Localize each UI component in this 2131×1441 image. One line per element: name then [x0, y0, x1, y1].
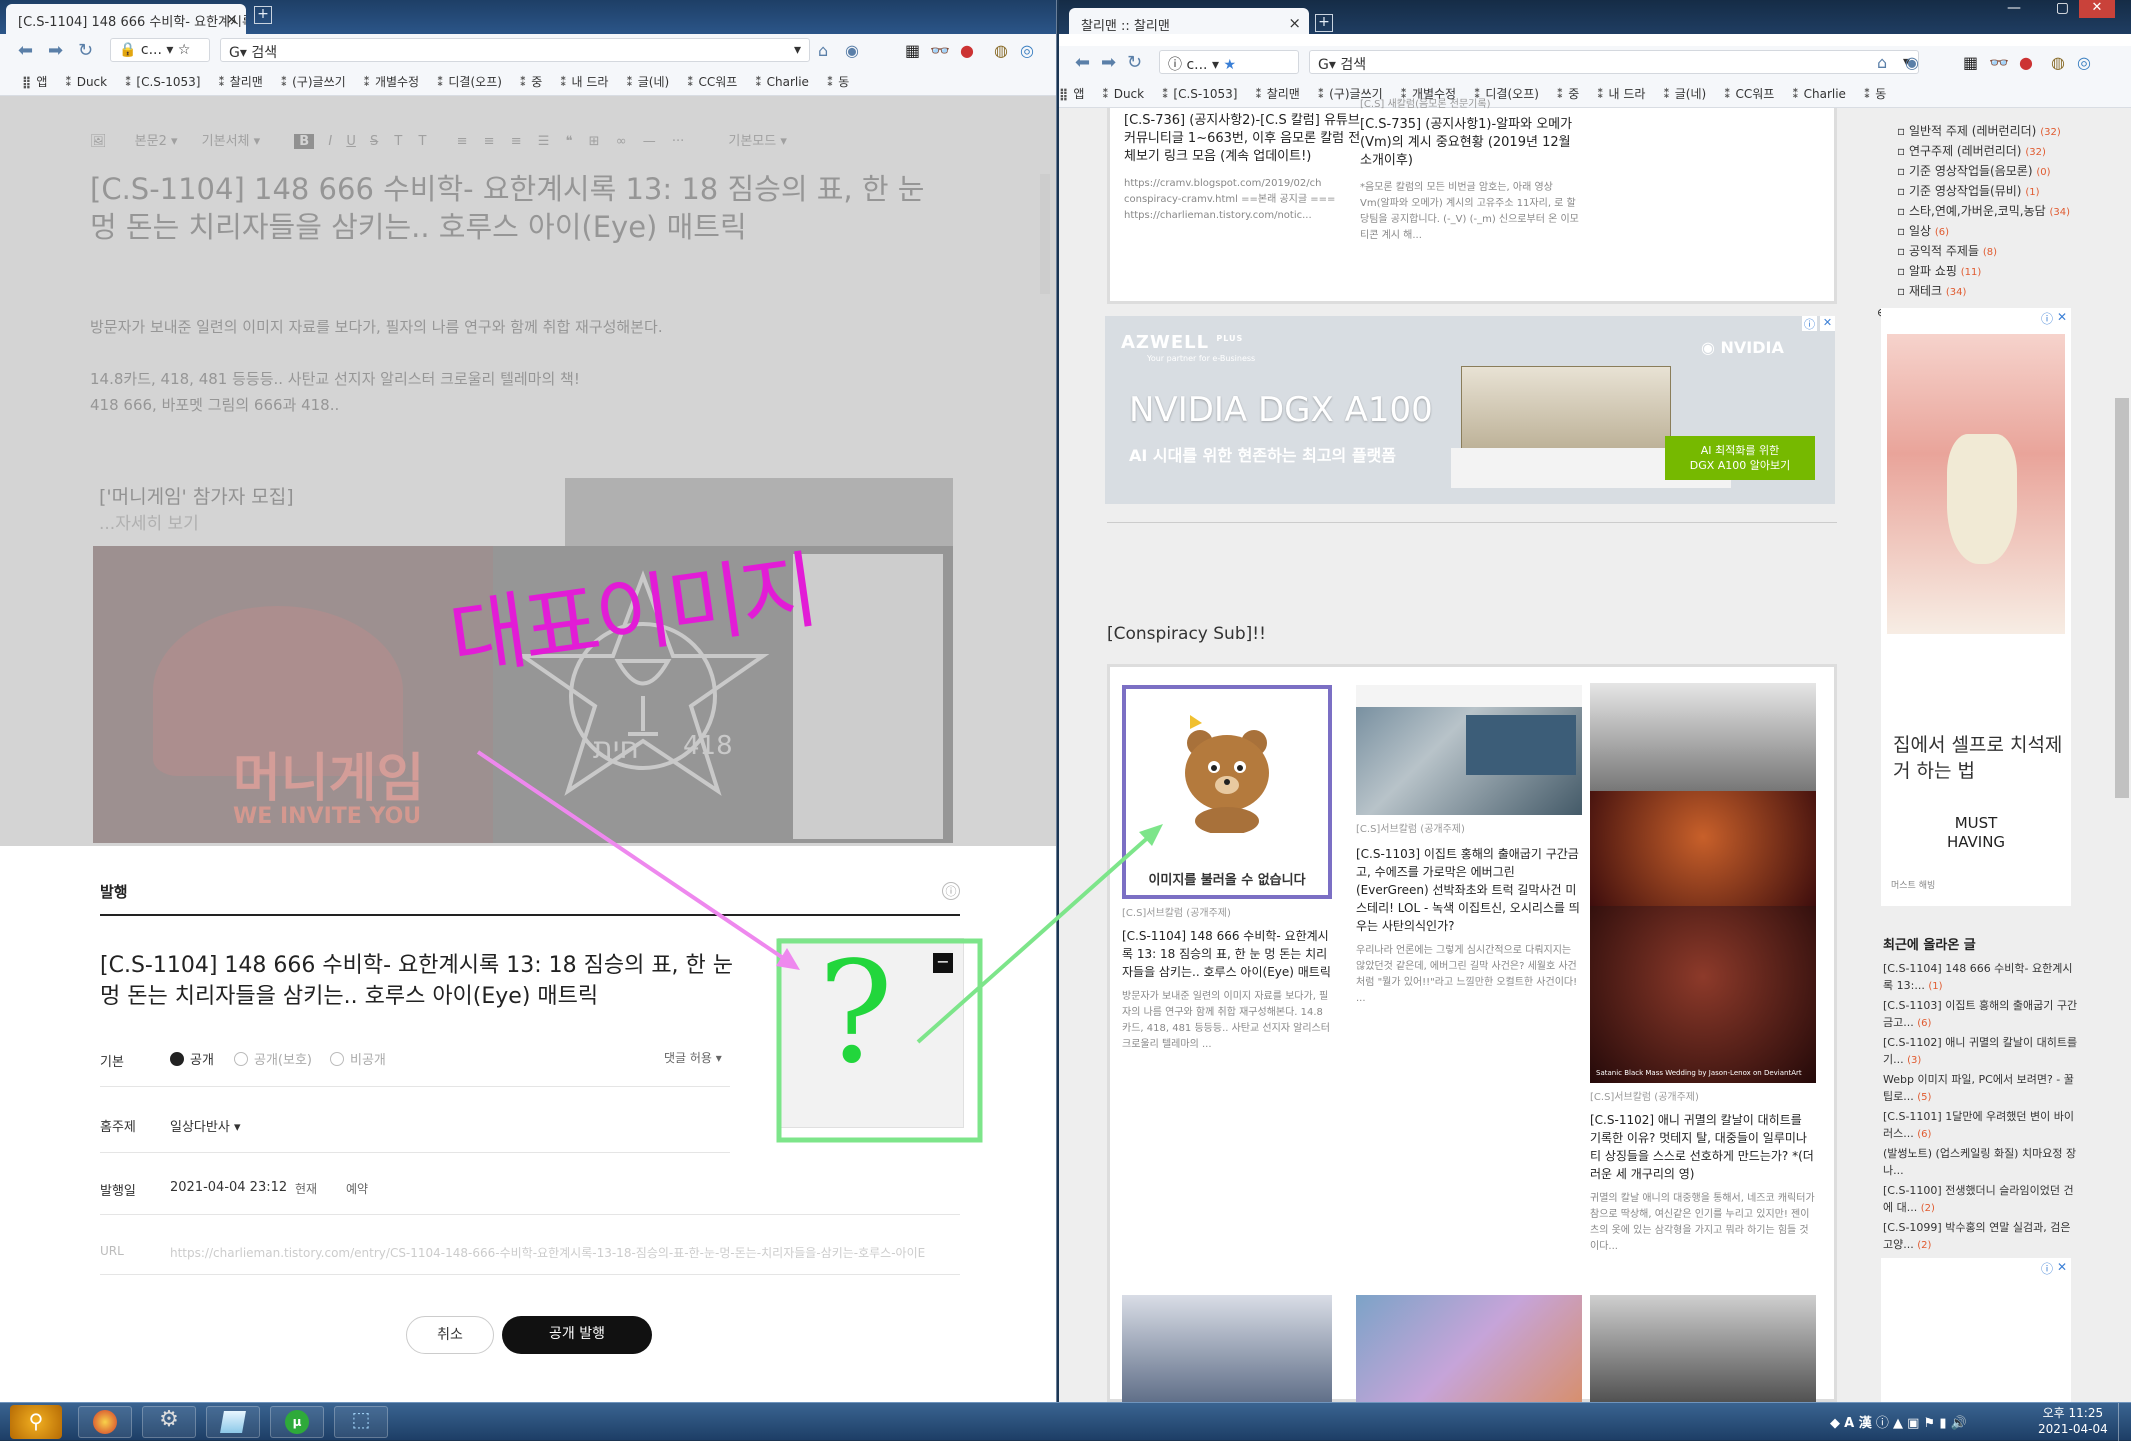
question-mark-annotation: ? [818, 932, 894, 1095]
annotation-layer [476, 750, 1163, 1143]
tray-icons[interactable]: ◆ A 漢 ⓘ ▲ ▣ ⚑ ▮ 🔊 [1830, 1412, 1967, 1431]
clock[interactable]: 오후 11:25 2021-04-04 [2038, 1405, 2108, 1437]
clock-date: 2021-04-04 [2038, 1422, 2108, 1436]
start-search-icon[interactable]: ⚲ [10, 1405, 62, 1439]
taskbar-utorrent-icon[interactable]: µ [270, 1406, 324, 1438]
show-desktop-button[interactable] [2118, 1403, 2131, 1441]
taskbar-browser-icon[interactable] [78, 1406, 132, 1438]
taskbar-settings-icon[interactable]: ⚙ [142, 1406, 196, 1438]
green-arrow-line [916, 832, 1154, 1044]
taskbar-network-icon[interactable]: ⬚ [334, 1406, 388, 1438]
taskbar: ⚲ ⚙ µ ⬚ ◆ A 漢 ⓘ ▲ ▣ ⚑ ▮ 🔊 오후 11:25 2021-… [0, 1402, 2131, 1441]
pink-arrow-line [476, 750, 794, 966]
clock-time: 오후 11:25 [2042, 1406, 2104, 1420]
taskbar-notepad-icon[interactable] [206, 1406, 260, 1438]
